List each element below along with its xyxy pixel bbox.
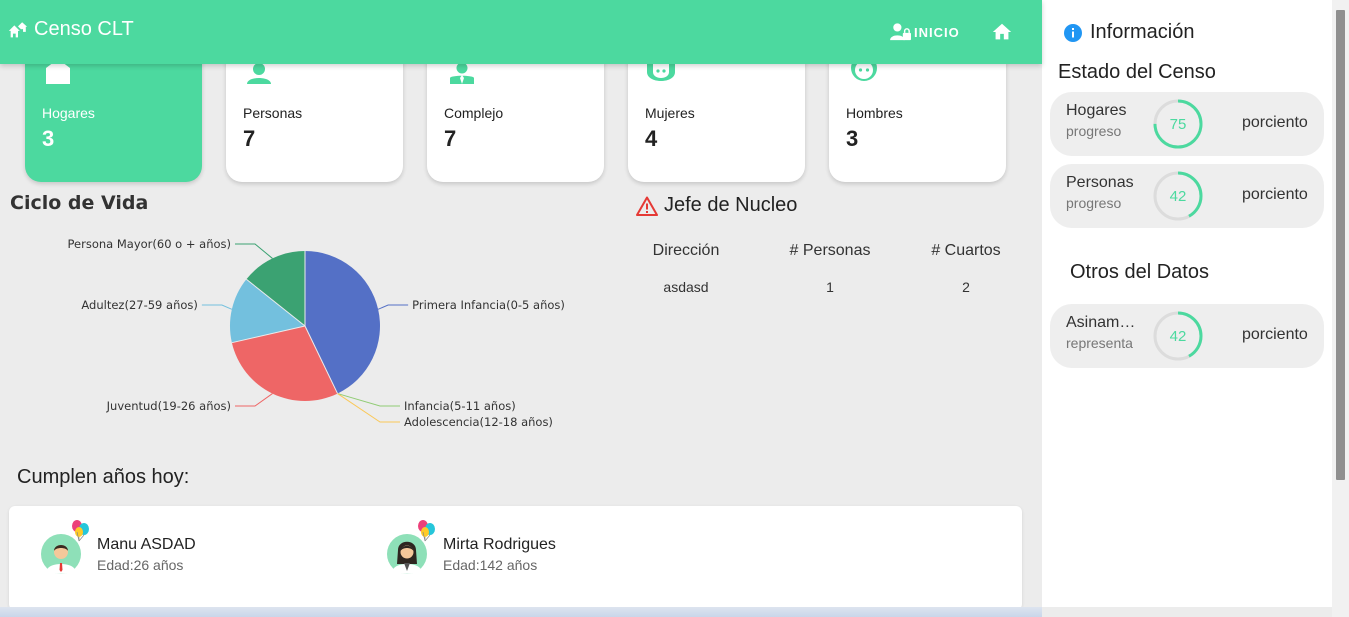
progress-card-hogares[interactable]: Hogares progreso 75 porciento bbox=[1050, 92, 1324, 156]
otros-del-datos-title: Otros del Datos bbox=[1070, 261, 1209, 283]
person-name: Mirta Rodrigues bbox=[443, 536, 556, 553]
pie-label-line bbox=[235, 243, 273, 259]
table-header-personas: # Personas bbox=[789, 242, 871, 259]
scrollbar-thumb[interactable] bbox=[1336, 10, 1345, 480]
cumple-title: Cumplen años hoy: bbox=[17, 466, 190, 488]
balloons-icon bbox=[72, 520, 89, 542]
progress-card-name: Hogares bbox=[1066, 102, 1127, 119]
user-lock-icon bbox=[890, 23, 911, 41]
progress-ring-value: 42 bbox=[1170, 328, 1187, 345]
progress-card-sub: progreso bbox=[1066, 123, 1122, 139]
info-icon bbox=[1064, 23, 1082, 42]
birthday-person[interactable]: Manu ASDAD Edad:26 años bbox=[41, 518, 341, 588]
progress-card-name: Personas bbox=[1066, 174, 1134, 191]
pie-slice-label: Primera Infancia(0-5 años) bbox=[412, 298, 565, 312]
pie-slice-label: Juventud(19-26 años) bbox=[106, 399, 231, 413]
progress-ring: 42 bbox=[1153, 171, 1203, 221]
nav-inicio-button[interactable]: INICIO bbox=[890, 22, 960, 42]
progress-card-unit: porciento bbox=[1242, 326, 1308, 343]
app-brand[interactable]: Censo CLT bbox=[7, 18, 134, 41]
stat-value: 3 bbox=[42, 126, 55, 151]
info-title: Información bbox=[1064, 21, 1195, 44]
pie-slice-label: Infancia(5-11 años) bbox=[404, 399, 516, 413]
table-cell-direccion: asdasd bbox=[663, 279, 709, 295]
cumple-panel: Manu ASDAD Edad:26 años Mirta Rodrigues … bbox=[9, 506, 1022, 610]
nav-inicio-label: INICIO bbox=[914, 24, 960, 40]
stat-value: 7 bbox=[243, 126, 256, 151]
stat-value: 4 bbox=[645, 126, 658, 151]
birthday-person[interactable]: Mirta Rodrigues Edad:142 años bbox=[387, 518, 687, 588]
progress-card-name: Asinamiento bbox=[1066, 314, 1138, 331]
progress-ring: 75 bbox=[1153, 99, 1203, 149]
stat-label: Hombres bbox=[846, 105, 903, 121]
progress-card-unit: porciento bbox=[1242, 186, 1308, 203]
ciclo-de-vida-pie-chart: Primera Infancia(0-5 años) Infancia(5-11 … bbox=[68, 237, 565, 429]
jefe-title-text: Jefe de Nucleo bbox=[664, 194, 798, 216]
pie-label-line bbox=[201, 304, 233, 310]
estado-del-censo-title: Estado del Censo bbox=[1058, 61, 1216, 83]
jefe-de-nucleo-title: Jefe de Nucleo bbox=[636, 194, 797, 217]
info-side-panel: Información Estado del Censo Hogares pro… bbox=[1042, 0, 1332, 607]
progress-card-unit: porciento bbox=[1242, 114, 1308, 131]
stat-label: Complejo bbox=[444, 105, 504, 121]
stat-value: 3 bbox=[846, 126, 859, 151]
pie-label-line bbox=[377, 304, 409, 310]
person-age: Edad:26 años bbox=[97, 557, 184, 573]
balloons-icon bbox=[418, 520, 435, 542]
progress-ring-value: 42 bbox=[1170, 188, 1187, 205]
pie-label-line bbox=[235, 393, 273, 407]
table-header-cuartos: # Cuartos bbox=[931, 242, 1001, 259]
app-title: Censo CLT bbox=[34, 18, 134, 40]
pie-slice-label: Adolescencia(12-18 años) bbox=[404, 415, 553, 429]
progress-card-asinamiento[interactable]: Asinamiento representa 42 porciento bbox=[1050, 304, 1324, 368]
pie-slice-label: Adultez(27-59 años) bbox=[81, 298, 197, 312]
top-app-bar: Censo CLT INICIO bbox=[0, 0, 1042, 64]
progress-card-sub: progreso bbox=[1066, 195, 1122, 211]
pie-label-line bbox=[337, 393, 400, 423]
ciclo-de-vida-title: Ciclo de Vida bbox=[10, 192, 149, 214]
person-name: Manu ASDAD bbox=[97, 536, 196, 553]
progress-card-sub: representa bbox=[1066, 335, 1133, 351]
home-icon[interactable] bbox=[991, 21, 1013, 43]
progress-ring: 42 bbox=[1153, 311, 1203, 361]
houses-icon bbox=[8, 21, 28, 37]
stat-value: 7 bbox=[444, 126, 457, 151]
bottom-edge bbox=[0, 607, 1042, 617]
stat-label: Mujeres bbox=[645, 105, 695, 121]
progress-card-personas[interactable]: Personas progreso 42 porciento bbox=[1050, 164, 1324, 228]
table-header-direccion: Dirección bbox=[652, 242, 720, 259]
info-title-text: Información bbox=[1090, 21, 1195, 43]
stat-label: Personas bbox=[243, 105, 303, 121]
table-cell-personas: 1 bbox=[826, 279, 834, 295]
person-age: Edad:142 años bbox=[443, 557, 538, 573]
table-cell-cuartos: 2 bbox=[962, 279, 970, 295]
pie-slice-label: Persona Mayor(60 o + años) bbox=[68, 237, 232, 251]
progress-ring-value: 75 bbox=[1170, 116, 1187, 133]
warning-icon bbox=[636, 196, 658, 216]
stat-label: Hogares bbox=[42, 105, 95, 121]
